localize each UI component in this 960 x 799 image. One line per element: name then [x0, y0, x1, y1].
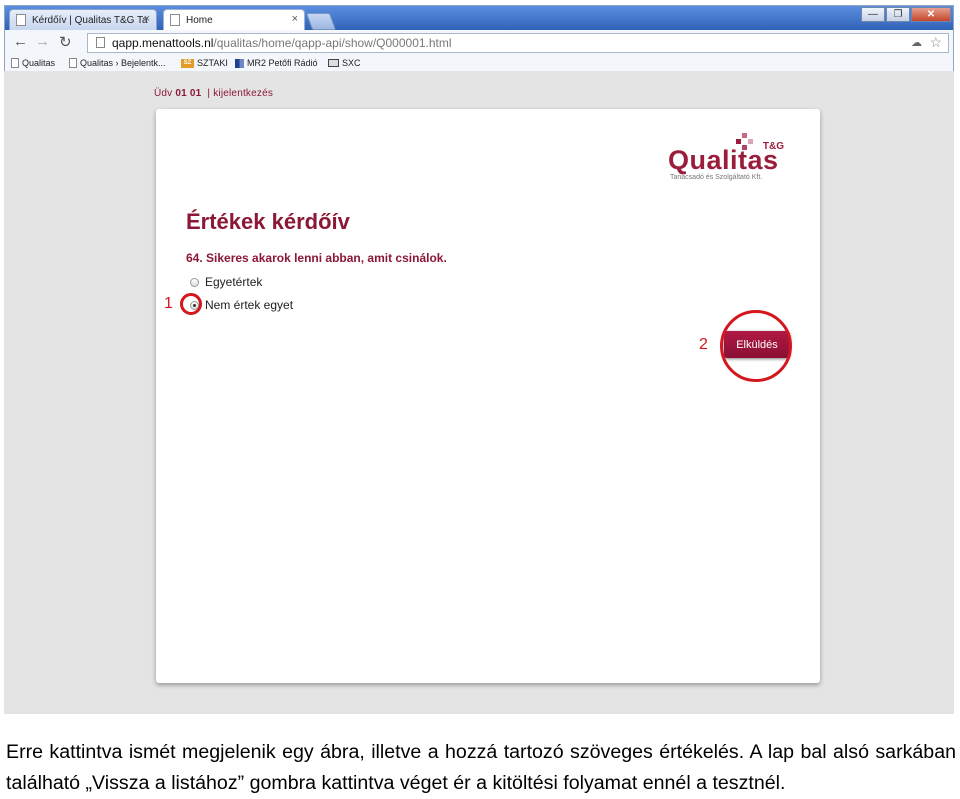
bookmark-sztaki[interactable]: SZ SZTAKI	[181, 58, 228, 68]
browser-toolbar: ← → ↻ qapp.menattools.nl/qualitas/home/q…	[5, 30, 953, 56]
close-window-button[interactable]: ✕	[911, 7, 951, 22]
annotation-number-1: 1	[164, 295, 173, 312]
bookmark-label: Qualitas › Bejelentk...	[80, 58, 166, 68]
bookmark-qualitas[interactable]: Qualitas	[11, 58, 55, 68]
tab-home[interactable]: Home ×	[163, 9, 305, 30]
sztaki-icon: SZ	[181, 58, 194, 68]
bookmark-label: SXC	[342, 58, 361, 68]
qualitas-logo: T&G Qualitas Tanácsadó és Szolgáltató Kf…	[668, 133, 786, 189]
url-host: qapp.menattools.nl	[112, 36, 214, 50]
reload-icon[interactable]: ↻	[59, 33, 72, 51]
browser-window: Kérdőív | Qualitas T&G Ta × Home × — ❐ ✕…	[4, 5, 954, 72]
restore-button[interactable]: ❐	[886, 7, 910, 22]
greeting-prefix: Üdv	[154, 88, 173, 99]
new-tab-button[interactable]	[305, 13, 337, 30]
bookmark-label: MR2 Petőfi Rádió	[247, 58, 318, 68]
page-icon	[170, 14, 180, 26]
window-controls: — ❐ ✕	[861, 7, 951, 22]
page-icon	[96, 37, 105, 48]
user-name: 01 01	[175, 88, 202, 99]
form-title: Értékek kérdőív	[186, 209, 350, 234]
url-path: /qualitas/home/qapp-api/show/Q000001.htm…	[213, 36, 452, 50]
sxc-icon	[328, 59, 339, 67]
radio-disagree[interactable]	[190, 300, 199, 310]
option-label: Nem értek egyet	[205, 298, 294, 312]
tab-strip: Kérdőív | Qualitas T&G Ta × Home × — ❐ ✕	[5, 6, 953, 30]
tab-label: Home	[186, 14, 213, 26]
tab-close-icon[interactable]: ×	[292, 13, 298, 25]
option-agree[interactable]: Egyetértek	[190, 275, 262, 289]
bookmark-label: Qualitas	[22, 58, 56, 68]
bookmark-label: SZTAKI	[197, 58, 228, 68]
bookmarks-bar: Qualitas Qualitas › Bejelentk... SZ SZTA…	[5, 56, 953, 72]
forward-arrow-icon[interactable]: →	[35, 33, 50, 50]
tab-kerdoiv[interactable]: Kérdőív | Qualitas T&G Ta ×	[9, 9, 157, 30]
mr2-icon	[235, 58, 244, 68]
question-text: 64. Sikeres akarok lenni abban, amit csi…	[186, 251, 447, 265]
submit-button[interactable]: Elküldés	[724, 331, 790, 358]
logo-word: Qualitas	[668, 145, 779, 175]
page-viewport: Üdv 01 01 | kijelentkezés T&G Qualitas Ta…	[4, 71, 954, 714]
annotation-number-2: 2	[699, 336, 708, 353]
tab-close-icon[interactable]: ×	[144, 13, 150, 25]
logo-subtitle: Tanácsadó és Szolgáltató Kft.	[670, 174, 763, 181]
greeting-separator: |	[207, 88, 211, 99]
address-bar[interactable]: qapp.menattools.nl/qualitas/home/qapp-ap…	[87, 33, 949, 53]
bookmark-mr2[interactable]: MR2 Petőfi Rádió	[235, 58, 318, 68]
greeting-bar: Üdv 01 01 | kijelentkezés	[154, 88, 273, 99]
tab-label: Kérdőív | Qualitas T&G Ta	[32, 14, 148, 26]
page-icon	[69, 58, 77, 68]
bookmark-qualitas-login[interactable]: Qualitas › Bejelentk...	[69, 58, 166, 68]
page-icon	[11, 58, 19, 68]
translate-icon[interactable]: ☁	[911, 34, 922, 52]
star-icon[interactable]: ☆	[929, 33, 942, 51]
logout-link[interactable]: kijelentkezés	[213, 88, 273, 99]
option-label: Egyetértek	[205, 275, 263, 289]
questionnaire-card: T&G Qualitas Tanácsadó és Szolgáltató Kf…	[156, 109, 820, 683]
minimize-button[interactable]: —	[861, 7, 885, 22]
radio-agree[interactable]	[190, 277, 199, 287]
page-icon	[16, 14, 26, 26]
caption-text: Erre kattintva ismét megjelenik egy ábra…	[6, 741, 956, 794]
back-arrow-icon[interactable]: ←	[13, 33, 28, 50]
bookmark-sxc[interactable]: SXC	[328, 58, 361, 68]
option-disagree[interactable]: Nem értek egyet	[190, 298, 293, 312]
